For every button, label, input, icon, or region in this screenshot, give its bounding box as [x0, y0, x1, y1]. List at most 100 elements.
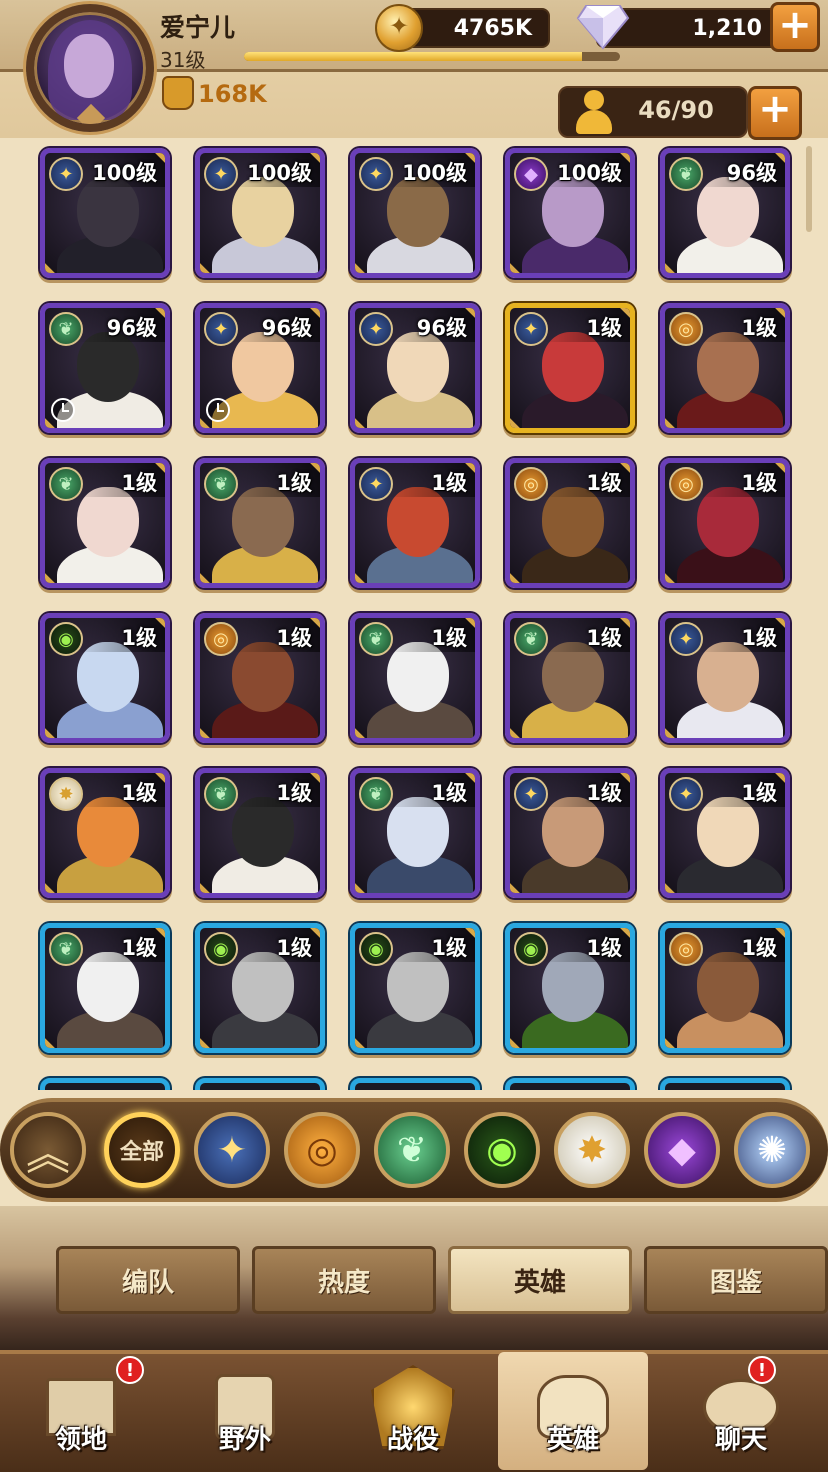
dimensional-icon[interactable]: ✺	[734, 1112, 810, 1188]
hero-grid-scrollbar[interactable]	[806, 146, 812, 232]
hero-card[interactable]: 1级 ◎	[195, 613, 325, 743]
hero-card[interactable]: 1级 ❦	[505, 613, 635, 743]
hero-card[interactable]: 1级 ❦	[350, 613, 480, 743]
diamond-icon	[576, 5, 630, 50]
wilder-icon: ❦	[204, 777, 238, 811]
hero-card[interactable]: 1级 ❦	[350, 768, 480, 898]
top-header: 爱宁儿 31级 168K 4765K 1,210 + 46/90 +	[0, 0, 828, 140]
hero-card[interactable]: 1级 ✦	[505, 303, 635, 433]
celestial-icon[interactable]: ✸	[554, 1112, 630, 1188]
nav-chat[interactable]: 聊天 !	[666, 1352, 816, 1470]
hero-grid[interactable]: 100级 ✦ 100级 ✦ 100级 ✦ 100级 ◆ 96级 ❦ 96级 ❦ 96级 ✦ 96级 ✦ 1级 ✦ 1…	[0, 140, 828, 1090]
hero-card-partial[interactable]	[505, 1078, 635, 1090]
clock-icon	[51, 398, 75, 422]
hero-level: 1级	[276, 471, 312, 495]
nav-chat-label: 聊天	[714, 1425, 767, 1455]
hero-card[interactable]: 1级 ◎	[505, 458, 635, 588]
wilder-icon[interactable]: ❦	[374, 1112, 450, 1188]
tab-popularity[interactable]: 热度	[252, 1246, 436, 1314]
mauler-icon[interactable]: ◎	[284, 1112, 360, 1188]
hero-card[interactable]: 96级 ❦	[40, 303, 170, 433]
hero-card[interactable]: 1级 ❦	[195, 458, 325, 588]
hero-card[interactable]: 1级 ✦	[350, 458, 480, 588]
hero-card[interactable]: 1级 ❦	[40, 458, 170, 588]
wilder-icon: ❦	[49, 312, 83, 346]
player-name: 爱宁儿	[160, 13, 236, 42]
hero-level: 1级	[431, 471, 467, 495]
hero-card[interactable]: 1级 ❦	[40, 923, 170, 1053]
lightbearer-icon: ✦	[204, 312, 238, 346]
nav-heroes-label: 英雄	[546, 1425, 599, 1455]
nav-wilderness-label: 野外	[218, 1425, 271, 1455]
notification-badge: !	[116, 1356, 144, 1384]
nav-campaign[interactable]: 战役	[338, 1352, 488, 1470]
hero-card[interactable]: 96级 ✦	[350, 303, 480, 433]
expand-roster-button[interactable]: +	[748, 86, 802, 140]
lightbearer-icon[interactable]: ✦	[194, 1112, 270, 1188]
hero-card[interactable]: 100级 ✦	[40, 148, 170, 278]
hero-level: 1级	[586, 781, 622, 805]
xp-progress-bar	[244, 52, 620, 61]
mauler-icon: ◎	[514, 467, 548, 501]
hero-level: 100级	[247, 161, 312, 185]
nav-wilderness[interactable]: 野外	[170, 1352, 320, 1470]
hero-card[interactable]: 1级 ✦	[660, 613, 790, 743]
filter-all-button[interactable]: 全部	[104, 1112, 180, 1188]
hero-card-partial[interactable]	[660, 1078, 790, 1090]
player-level: 31级	[160, 48, 206, 72]
hero-card[interactable]: 1级 ◉	[40, 613, 170, 743]
graveborn-icon[interactable]: ◉	[464, 1112, 540, 1188]
tab-formation[interactable]: 编队	[56, 1246, 240, 1314]
hero-card[interactable]: 1级 ◉	[505, 923, 635, 1053]
lightbearer-icon: ✦	[514, 312, 548, 346]
player-avatar[interactable]	[26, 4, 154, 132]
add-diamonds-button[interactable]: +	[770, 2, 820, 52]
hero-card[interactable]: 100级 ◆	[505, 148, 635, 278]
wilder-icon: ❦	[49, 932, 83, 966]
lightbearer-icon: ✦	[359, 312, 393, 346]
tab-heroes[interactable]: 英雄	[448, 1246, 632, 1314]
up-chevron-icon[interactable]: ︽	[10, 1112, 86, 1188]
hero-card-partial[interactable]	[195, 1078, 325, 1090]
nav-heroes[interactable]: 英雄	[498, 1352, 648, 1470]
hero-level: 100级	[92, 161, 157, 185]
combat-power: 168K	[198, 80, 267, 108]
wilder-icon: ❦	[514, 622, 548, 656]
hero-card-partial[interactable]	[40, 1078, 170, 1090]
hero-card[interactable]: 1级 ✸	[40, 768, 170, 898]
wilder-icon: ❦	[204, 467, 238, 501]
hero-card[interactable]: 1级 ✦	[505, 768, 635, 898]
hero-card[interactable]: 96级 ❦	[660, 148, 790, 278]
hero-card-partial[interactable]	[350, 1078, 480, 1090]
hero-level: 96级	[726, 161, 777, 185]
hero-card[interactable]: 100级 ✦	[195, 148, 325, 278]
hero-card[interactable]: 1级 ◉	[350, 923, 480, 1053]
hero-level: 1级	[586, 316, 622, 340]
hero-level: 1级	[121, 471, 157, 495]
hypogean-icon[interactable]: ◆	[644, 1112, 720, 1188]
hero-level: 1级	[121, 936, 157, 960]
wilder-icon: ❦	[359, 777, 393, 811]
hero-card[interactable]: 1级 ❦	[195, 768, 325, 898]
tab-collection[interactable]: 图鉴	[644, 1246, 828, 1314]
hero-card[interactable]: 1级 ◎	[660, 303, 790, 433]
hero-card[interactable]: 1级 ◉	[195, 923, 325, 1053]
hero-level: 1级	[431, 781, 467, 805]
lightbearer-icon: ✦	[359, 467, 393, 501]
lightbearer-icon: ✦	[669, 622, 703, 656]
lightbearer-icon: ✦	[49, 157, 83, 191]
hero-card[interactable]: 100级 ✦	[350, 148, 480, 278]
hero-level: 1级	[431, 626, 467, 650]
hero-card[interactable]: 1级 ✦	[660, 768, 790, 898]
hero-card[interactable]: 96级 ✦	[195, 303, 325, 433]
hero-card[interactable]: 1级 ◎	[660, 923, 790, 1053]
hero-level: 100级	[557, 161, 622, 185]
hero-level: 1级	[741, 316, 777, 340]
nav-territory[interactable]: 领地 !	[6, 1352, 156, 1470]
gold-coin-icon	[375, 4, 423, 52]
graveborn-icon: ◉	[49, 622, 83, 656]
graveborn-icon: ◉	[359, 932, 393, 966]
nav-territory-label: 领地	[54, 1425, 107, 1455]
hero-card[interactable]: 1级 ◎	[660, 458, 790, 588]
person-icon	[574, 90, 614, 136]
